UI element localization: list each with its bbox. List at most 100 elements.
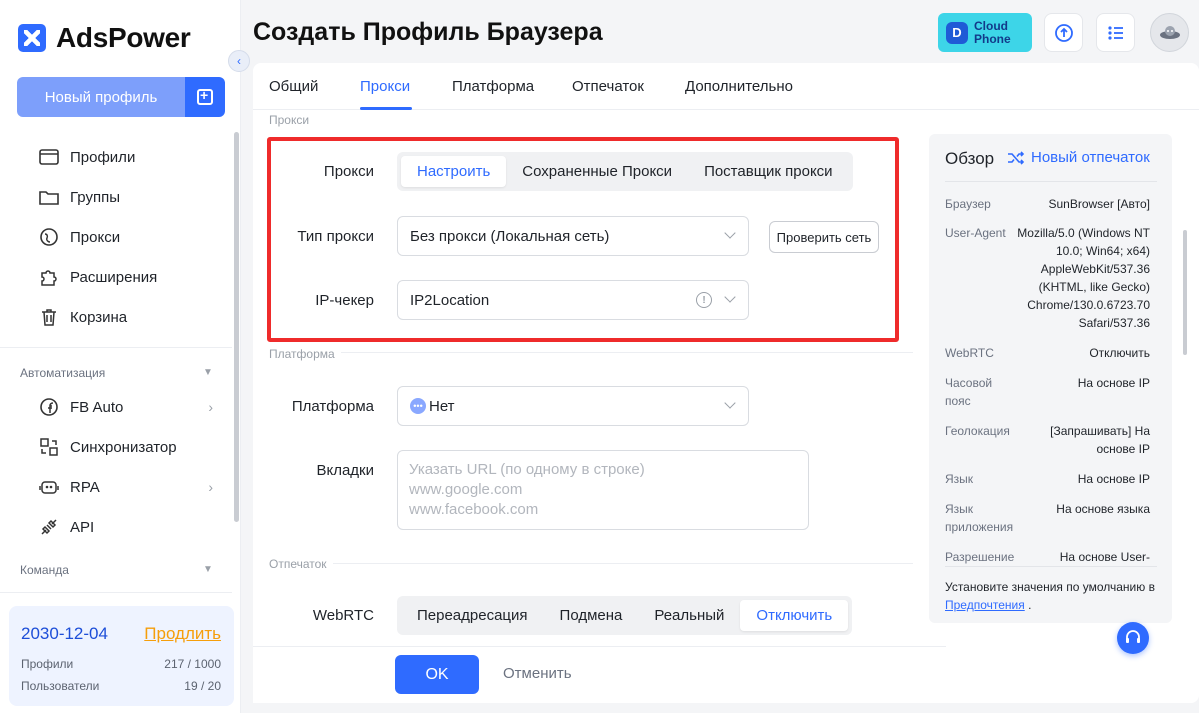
sidebar: AdsPower Новый профиль Профили Группы Пр… [0,0,241,713]
new-profile-button[interactable]: Новый профиль [17,77,185,117]
sidebar-item-api[interactable]: API [0,507,241,547]
tab-fingerprint[interactable]: Отпечаток [572,78,644,95]
tab-proxy[interactable]: Прокси [360,78,410,95]
ok-button[interactable]: OK [395,655,479,694]
sidebar-item-fb-auto[interactable]: FB Auto › [0,387,241,427]
sidebar-item-extensions[interactable]: Расширения [0,257,241,297]
sidebar-item-label: RPA [70,478,100,496]
placeholder-line: www.facebook.com [409,501,539,518]
more-dots-icon: ••• [410,398,426,414]
update-button[interactable] [1044,13,1083,52]
collapse-sidebar-button[interactable]: ‹ [228,50,250,72]
platform-select[interactable]: ••• Нет [397,386,749,426]
automation-section-label[interactable]: Автоматизация [20,366,105,380]
automation-nav: FB Auto › Синхронизатор RPA › API [0,387,241,547]
overview-value: На основе IP [1077,376,1150,390]
overview-title: Обзор [945,149,995,168]
tab-general[interactable]: Общий [269,78,318,95]
proxy-section-title: Прокси [269,113,310,127]
caret-down-icon[interactable]: ▼ [203,367,213,378]
sidebar-item-label: Корзина [70,308,128,326]
webrtc-option-real[interactable]: Реальный [638,600,740,631]
update-icon [1054,23,1073,42]
sidebar-item-label: Синхронизатор [70,438,177,456]
main-nav: Профили Группы Прокси Расширения Корзина [0,137,241,337]
sidebar-item-groups[interactable]: Группы [0,177,241,217]
overview-key: User-Agent [945,226,1006,240]
overview-key: Браузер [945,197,991,211]
new-fingerprint-button[interactable]: Новый отпечаток [1007,149,1150,166]
profiles-usage-label: Профили [21,657,74,671]
page-title: Создать Профиль Браузера [253,18,603,46]
tab-platform[interactable]: Платформа [452,78,534,95]
overview-value: Mozilla/5.0 (Windows NT 10.0; Win64; x64… [1017,226,1150,330]
webrtc-option-forward[interactable]: Переадресация [401,600,544,631]
overview-value: На основе User- [1059,550,1150,564]
tasks-button[interactable] [1096,13,1135,52]
sidebar-divider [0,592,232,593]
form-tabs: Общий Прокси Платформа Отпечаток Дополни… [253,63,1199,110]
tabs-url-textarea[interactable]: Указать URL (по одному в строке) www.goo… [397,450,809,530]
defaults-note-text: Установите значения по умолчанию в [945,580,1155,594]
overview-key: Язык [945,472,974,486]
highlight-box [267,137,899,342]
app-logo[interactable]: AdsPower [18,22,191,54]
robot-icon [38,476,60,498]
sidebar-item-synchronizer[interactable]: Синхронизатор [0,427,241,467]
placeholder-line: Указать URL (по одному в строке) [409,461,645,478]
overview-panel: Обзор Новый отпечаток Браузер SunBrowser… [929,134,1172,623]
sidebar-divider [0,347,232,348]
overview-key: Часовой пояс [945,376,993,408]
proxy-icon [38,226,60,248]
section-divider [269,563,913,564]
overview-key: Разрешение [945,550,1015,564]
new-profile-button-group: Новый профиль [17,77,225,117]
app-name: AdsPower [56,22,191,53]
platform-section-title: Платформа [269,347,341,361]
list-icon [1107,25,1123,40]
cloud-phone-button[interactable]: D Cloud Phone [938,13,1032,52]
overview-key: Геолокация [945,424,1010,438]
tabs-label: Вкладки [316,462,374,479]
profiles-usage-value: 217 / 1000 [164,657,221,671]
team-section-label[interactable]: Команда [20,563,69,577]
cancel-button[interactable]: Отменить [503,665,572,682]
sidebar-item-rpa[interactable]: RPA › [0,467,241,507]
puzzle-icon [38,266,60,288]
headset-icon [1126,630,1140,643]
expiry-date: 2030-12-04 [21,624,108,643]
adspower-logo-icon [18,24,46,52]
sidebar-item-label: FB Auto [70,398,124,416]
sidebar-item-proxy[interactable]: Прокси [0,217,241,257]
preferences-link[interactable]: Предпочтения [945,598,1025,612]
avatar[interactable] [1150,13,1189,52]
tab-advanced[interactable]: Дополнительно [685,78,793,95]
platform-value: Нет [429,397,455,415]
caret-down-icon[interactable]: ▼ [203,564,213,575]
webrtc-option-disable[interactable]: Отключить [740,600,849,631]
chevron-down-icon [724,397,736,409]
sidebar-item-label: API [70,518,95,536]
webrtc-option-replace[interactable]: Подмена [544,600,639,631]
quick-add-button[interactable] [185,77,225,117]
sidebar-item-profiles[interactable]: Профили [0,137,241,177]
cloud-phone-line2: Phone [974,31,1011,46]
sidebar-scrollbar[interactable] [234,132,239,522]
overview-scrollbar[interactable] [1183,230,1187,355]
defaults-note: Установите значения по умолчанию в Предп… [945,578,1155,614]
facebook-icon [38,396,60,418]
webrtc-label: WebRTC [312,607,374,624]
sidebar-item-label: Профили [70,148,136,166]
support-chat-button[interactable] [1117,622,1149,654]
sidebar-item-trash[interactable]: Корзина [0,297,241,337]
api-plug-icon [38,516,60,538]
sync-icon [38,436,60,458]
section-divider [269,352,913,353]
renew-link[interactable]: Продлить [144,624,221,644]
overview-divider [945,566,1157,567]
overview-value: Отключить [1089,346,1150,360]
fingerprint-section-title: Отпечаток [269,557,333,571]
chevron-left-icon: ‹ [237,54,241,68]
users-usage-value: 19 / 20 [184,679,221,693]
shuffle-icon [1008,150,1025,165]
